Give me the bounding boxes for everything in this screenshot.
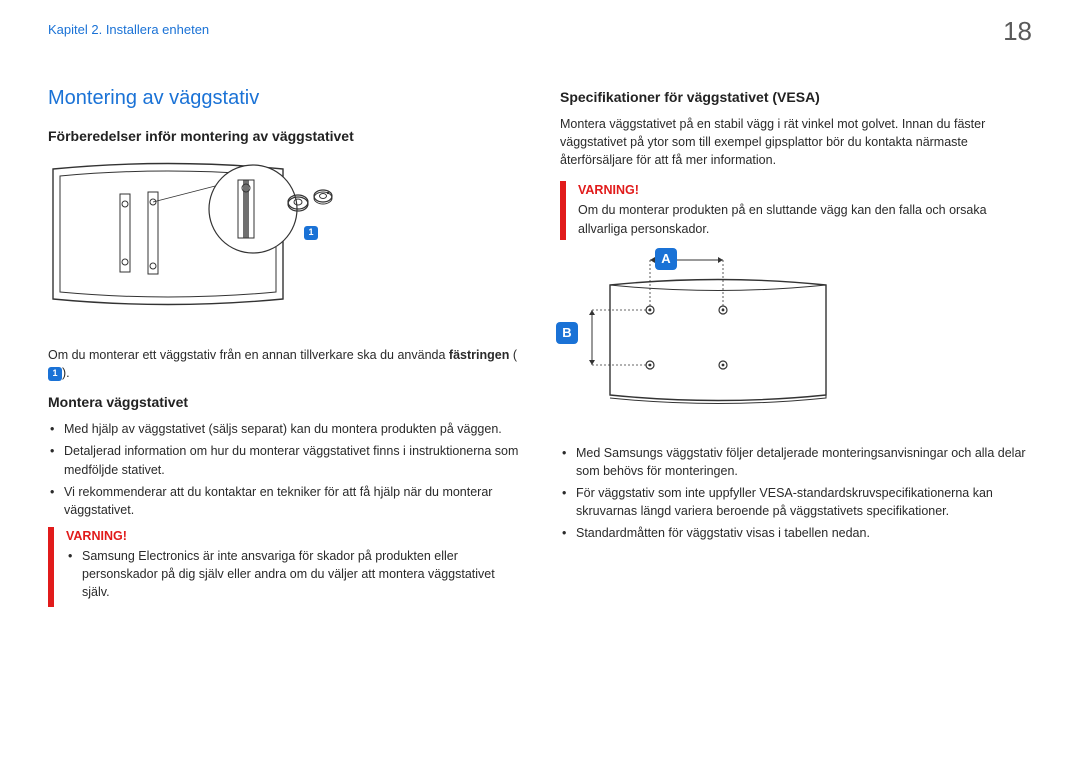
spec-subtitle: Specifikationer för väggstativet (VESA) — [560, 89, 1032, 105]
two-column-layout: Montering av väggstativ Förberedelser in… — [48, 87, 1032, 617]
warning-text: Om du monterar produkten på en sluttande… — [578, 201, 1032, 237]
figure-badge-1-callout: 1 — [304, 224, 318, 242]
badge-one-inline-icon: 1 — [48, 367, 62, 381]
prep-figure: 1 — [48, 154, 520, 342]
warning-label: VARNING! — [578, 183, 1032, 197]
vesa-figure: A B — [570, 250, 880, 430]
mount-bullet-list: Med hjälp av väggstativet (säljs separat… — [48, 420, 520, 519]
list-item: Med Samsungs väggstativ följer detaljera… — [576, 444, 1032, 480]
warning-content: VARNING! Om du monterar produkten på en … — [566, 181, 1032, 239]
mount-subtitle: Montera väggstativet — [48, 394, 520, 410]
left-column: Montering av väggstativ Förberedelser in… — [48, 87, 520, 617]
list-item: Detaljerad information om hur du montera… — [64, 442, 520, 478]
note-pre: Om du monterar ett väggstativ från en an… — [48, 348, 449, 362]
section-title: Montering av väggstativ — [48, 87, 520, 110]
prep-note-text: Om du monterar ett väggstativ från en an… — [48, 346, 520, 382]
warning-label: VARNING! — [66, 529, 520, 543]
warning-content: VARNING! Samsung Electronics är inte ans… — [54, 527, 520, 607]
list-item: Vi rekommenderar att du kontaktar en tek… — [64, 483, 520, 519]
note-bold: fästringen — [449, 348, 509, 362]
vesa-illustration — [588, 250, 848, 430]
badge-b-icon: B — [556, 322, 578, 344]
badge-one-icon: 1 — [304, 226, 318, 240]
note-post: ( — [509, 348, 517, 362]
page-header: Kapitel 2. Installera enheten 18 — [48, 22, 1032, 47]
list-item: Standardmåtten för väggstativ visas i ta… — [576, 524, 1032, 542]
list-item: För väggstativ som inte uppfyller VESA-s… — [576, 484, 1032, 520]
prep-subtitle: Förberedelser inför montering av väggsta… — [48, 128, 520, 144]
warning-box-left: VARNING! Samsung Electronics är inte ans… — [48, 527, 520, 607]
right-column: Specifikationer för väggstativet (VESA) … — [560, 87, 1032, 617]
spec-bullet-list: Med Samsungs väggstativ följer detaljera… — [560, 444, 1032, 543]
badge-a-icon: A — [655, 248, 677, 270]
note-end: ). — [62, 366, 70, 380]
spec-body-text: Montera väggstativet på en stabil vägg i… — [560, 115, 1032, 169]
chapter-label: Kapitel 2. Installera enheten — [48, 22, 209, 37]
warning-box-right: VARNING! Om du monterar produkten på en … — [560, 181, 1032, 239]
list-item: Med hjälp av väggstativet (säljs separat… — [64, 420, 520, 438]
document-page: Kapitel 2. Installera enheten 18 Monteri… — [0, 0, 1080, 647]
warning-bullet: Samsung Electronics är inte ansvariga fö… — [82, 547, 520, 601]
page-number: 18 — [1003, 16, 1032, 47]
